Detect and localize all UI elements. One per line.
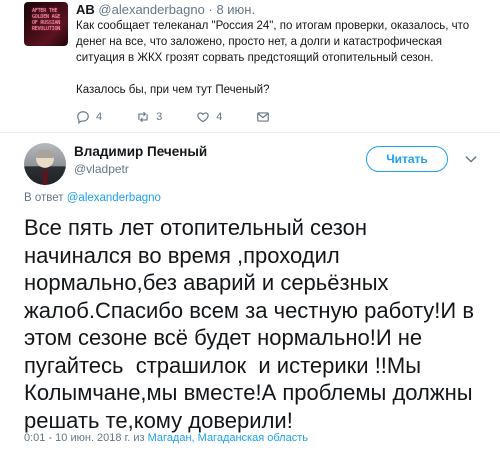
tweet-text-line: нормально,без аварий и серьёзных xyxy=(24,270,389,295)
parent-date[interactable]: 8 июн. xyxy=(216,2,255,17)
follow-button[interactable]: Читать xyxy=(366,146,448,172)
parent-tweet: AFTER THE GOLDEN AGE OF RUSSIAN REVOLUTI… xyxy=(0,0,500,130)
reply-to-line: В ответ @alexanderbagno xyxy=(24,192,161,204)
parent-header: АВ @alexanderbagno · 8 июн. xyxy=(76,2,255,17)
tweet-text-line: этом сезоне всё будет нормально!И не xyxy=(24,325,423,350)
reply-count: 4 xyxy=(96,111,103,123)
tweet-divider xyxy=(0,132,500,133)
timestamp[interactable]: 0:01 - 10 июн. 2018 г. xyxy=(24,432,130,444)
tweet-text-line: Все пять лет отопительный сезон xyxy=(24,215,368,240)
main-author-name[interactable]: Владимир Печеный xyxy=(74,144,207,159)
reply-icon xyxy=(77,111,89,124)
message-button[interactable] xyxy=(256,110,276,124)
main-tweet-text: Все пять лет отопительный сезон начиналс… xyxy=(24,214,494,434)
tweet-text-line: начинался во время ,проходил xyxy=(24,242,340,268)
parent-author-name[interactable]: АВ xyxy=(76,2,95,17)
parent-paragraph: Казалось бы, при чем тут Печеный? xyxy=(76,84,270,96)
header-separator: · xyxy=(208,2,213,17)
tweet-text-line: Колымчане,мы вместе!А проблемы должны xyxy=(24,380,473,405)
like-button[interactable]: 4 xyxy=(196,110,222,124)
reply-button[interactable]: 4 xyxy=(76,110,102,124)
location-link[interactable]: Магадан, Магаданская область xyxy=(148,432,308,444)
main-avatar[interactable] xyxy=(24,143,66,185)
parent-author-handle[interactable]: @alexanderbagno xyxy=(98,2,204,17)
location-prefix: из xyxy=(133,432,145,444)
avatar-neon-text: AFTER THE GOLDEN AGE OF RUSSIAN REVOLUTI… xyxy=(32,8,61,32)
tweet-meta: 0:01 - 10 июн. 2018 г. из Магадан, Магад… xyxy=(24,432,308,444)
parent-avatar[interactable]: AFTER THE GOLDEN AGE OF RUSSIAN REVOLUTI… xyxy=(24,2,68,46)
parent-tweet-text: Как сообщает телеканал "Россия 24", по и… xyxy=(76,18,486,114)
retweet-icon xyxy=(138,111,148,123)
retweet-button[interactable]: 3 xyxy=(136,110,162,124)
reply-prefix: В ответ xyxy=(24,192,64,204)
tweet-text-line: пугайтесь страшилок и истерики !!Мы xyxy=(24,352,422,378)
chevron-down-icon[interactable] xyxy=(463,151,479,167)
parent-paragraph: Как сообщает телеканал "Россия 24", по и… xyxy=(76,20,470,64)
reply-to-handle[interactable]: @alexanderbagno xyxy=(67,192,161,204)
like-icon xyxy=(197,112,209,123)
retweet-count: 3 xyxy=(156,111,163,123)
tweet-text-line: жалоб.Спасибо всем за честную работу!И в xyxy=(24,297,475,323)
parent-actions: 4 3 4 xyxy=(76,110,310,124)
message-icon xyxy=(257,112,270,122)
like-count: 4 xyxy=(216,111,223,123)
main-author-handle[interactable]: @vladpetr xyxy=(74,162,129,176)
tweet-text-line: решать те,кому доверили! xyxy=(24,407,293,433)
